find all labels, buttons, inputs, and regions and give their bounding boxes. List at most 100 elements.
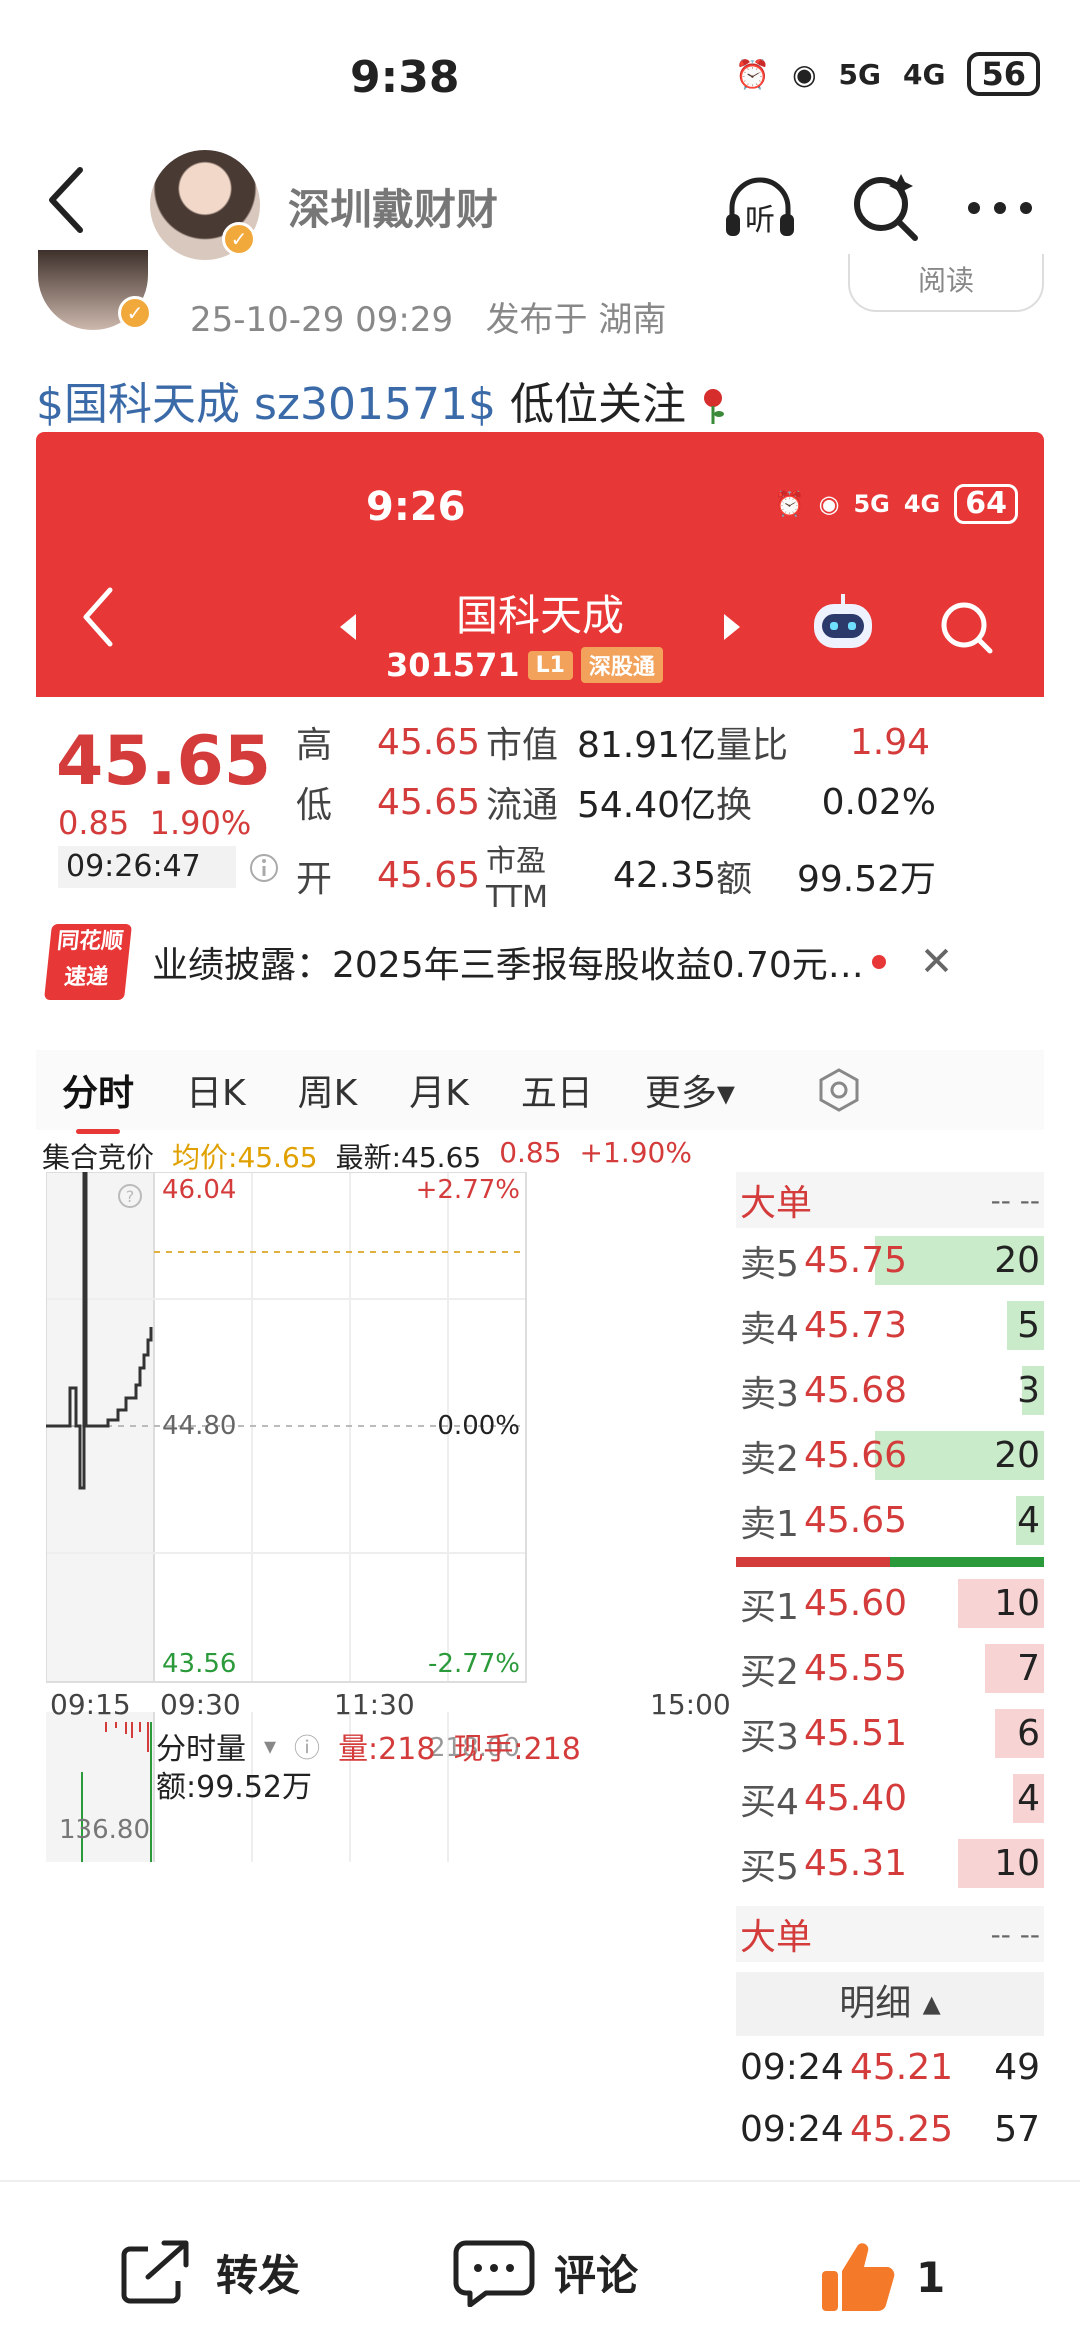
big-order-label-2: 大单 xyxy=(740,1917,813,1958)
price-change: 0.85 1.90% xyxy=(58,804,251,842)
ask-qty: 3 xyxy=(1017,1370,1040,1411)
big-order-dash-2: -- -- xyxy=(990,1917,1040,1951)
tab-weekly-k[interactable]: 周K xyxy=(272,1064,384,1116)
bid-price: 45.31 xyxy=(804,1843,908,1884)
ask-row: 卖5 45.75 20 xyxy=(736,1228,1044,1293)
detail-header[interactable]: 明细 ▴ xyxy=(736,1972,1044,2036)
post-text: $国科天成 sz301571$ 低位关注 xyxy=(36,368,726,432)
vol-help-icon: ⓘ xyxy=(294,1733,321,1764)
stock-screenshot[interactable]: 9:26 ⏰ ◉ 5G 4G 64 国科天成 301571 L1 深股通 45.… xyxy=(36,432,1044,2180)
status-icons: ⏰ ◉ 5G 4G 56 xyxy=(735,52,1040,96)
high-value: 45.65 xyxy=(376,721,480,763)
price-change-value: 0.85 xyxy=(58,804,130,842)
username[interactable]: 深圳戴财财 xyxy=(288,176,498,237)
signal-4g: 4G xyxy=(903,490,941,518)
comment-button[interactable]: 评论 xyxy=(452,2237,638,2307)
detail-row: 09:24 45.25 57 xyxy=(736,2098,1044,2160)
bid-label: 买3 xyxy=(740,1716,799,1758)
tab-more[interactable]: 更多▾ xyxy=(619,1064,761,1116)
stock-name: 国科天成 xyxy=(456,591,625,640)
inner-back-icon xyxy=(83,587,113,647)
low-value: 45.65 xyxy=(376,781,480,823)
mktcap-label: 市值 xyxy=(486,725,559,766)
ask-row: 卖3 45.68 3 xyxy=(736,1358,1044,1423)
pct-bot-label: -2.77% xyxy=(428,1649,520,1679)
prev-stock-icon xyxy=(340,614,356,640)
pct-top-label: +2.77% xyxy=(416,1175,520,1205)
tab-daily-k[interactable]: 日K xyxy=(160,1064,272,1116)
news-text[interactable]: 业绩披露：2025年三季报每股收益0.70元… xyxy=(152,936,864,988)
ask-qty: 20 xyxy=(994,1240,1040,1281)
big-order-dash: -- -- xyxy=(990,1183,1040,1217)
stock-tag-link[interactable]: $国科天成 sz301571$ xyxy=(36,379,496,430)
post-location: 发布于 湖南 xyxy=(485,300,667,340)
news-logo-top: 同花顺 xyxy=(55,929,125,954)
stock-code: 301571 xyxy=(386,646,520,684)
float-value: 54.40亿 xyxy=(576,785,716,826)
unread-dot xyxy=(871,955,886,969)
detail-list: 09:24 45.21 49 09:24 45.25 57 xyxy=(736,2036,1044,2160)
bid-qty: 10 xyxy=(994,1843,1040,1884)
ask-row: 卖1 45.65 4 xyxy=(736,1488,1044,1553)
order-book: 大单 -- -- 卖5 45.75 20 卖4 45.73 5 卖3 45.68 3 卖2 45.6… xyxy=(736,1172,1044,2160)
battery-icon: 64 xyxy=(954,484,1018,524)
alarm-icon: ⏰ xyxy=(735,57,771,91)
tab-monthly-k[interactable]: 月K xyxy=(383,1064,495,1116)
status-time: 9:38 xyxy=(350,52,460,103)
info-icon xyxy=(250,854,278,882)
high-label: 高 xyxy=(296,725,333,766)
like-button[interactable]: 1 xyxy=(818,2237,945,2317)
pe-value: 42.35 xyxy=(612,855,716,896)
robot-icon xyxy=(814,594,872,648)
forward-label: 转发 xyxy=(216,2250,301,2300)
ask-price: 45.66 xyxy=(804,1435,908,1476)
sgt-badge: 深股通 xyxy=(580,647,663,683)
bottom-action-bar: 转发 评论 1 xyxy=(0,2180,1080,2340)
book-separator xyxy=(736,1557,1044,1567)
vol-mode-chevron-icon: ▾ xyxy=(264,1732,277,1760)
time-axis-1500: 15:00 xyxy=(650,1688,731,1721)
forward-button[interactable]: 转发 xyxy=(118,2237,300,2307)
news-logo-bottom: 速递 xyxy=(63,965,110,990)
info-change: 0.85 xyxy=(499,1136,562,1169)
tab-five-day[interactable]: 五日 xyxy=(495,1064,619,1116)
detail-time: 09:24 xyxy=(740,2046,844,2088)
more-icon[interactable] xyxy=(960,168,1040,248)
hotspot-icon: ◉ xyxy=(818,490,840,518)
tab-intraday[interactable]: 分时 xyxy=(36,1064,160,1134)
read-count-button[interactable]: 阅读 xyxy=(848,254,1044,312)
big-order-header-2: 大单 -- -- xyxy=(736,1906,1044,1962)
settings-hex-icon[interactable] xyxy=(815,1066,863,1114)
comment-icon xyxy=(453,2240,535,2307)
close-icon[interactable]: ✕ xyxy=(920,939,954,985)
ask-label: 卖3 xyxy=(740,1373,799,1415)
big-order-label: 大单 xyxy=(740,1183,813,1224)
ask-qty: 20 xyxy=(994,1435,1040,1476)
turnover-label: 换 xyxy=(716,785,753,826)
pe-label: 市盈TTM xyxy=(486,844,549,915)
latest-price: 最新:45.65 xyxy=(335,1141,482,1174)
bid-qty: 6 xyxy=(1017,1713,1040,1754)
battery-icon: 56 xyxy=(967,52,1040,96)
low-label: 低 xyxy=(296,785,333,826)
ask-row: 卖2 45.66 20 xyxy=(736,1423,1044,1488)
news-bar[interactable]: 同花顺 速递 业绩披露：2025年三季报每股收益0.70元… ✕ xyxy=(36,912,1044,1012)
info-pct: +1.90% xyxy=(579,1136,692,1169)
listen-label: 听 xyxy=(745,203,775,238)
listen-icon[interactable]: 听 xyxy=(720,168,800,248)
signal-5g: 5G xyxy=(838,57,881,91)
chart-info-row: 集合竞价 均价:45.65 最新:45.65 0.85 +1.90% xyxy=(36,1136,736,1176)
signal-5g: 5G xyxy=(853,490,890,518)
y-top-label: 46.04 xyxy=(162,1175,236,1205)
bid-row: 买2 45.55 7 xyxy=(736,1636,1044,1701)
bid-price: 45.55 xyxy=(804,1648,908,1689)
float-label: 流通 xyxy=(486,785,559,826)
inner-status-time: 9:26 xyxy=(366,484,466,530)
bid-label: 买4 xyxy=(740,1781,799,1823)
back-icon[interactable] xyxy=(40,160,100,240)
search-icon[interactable] xyxy=(845,168,925,248)
like-count: 1 xyxy=(916,2252,946,2302)
pct-mid-label: 0.00% xyxy=(437,1411,520,1441)
alarm-icon: ⏰ xyxy=(774,490,805,518)
turnover-value: 0.02% xyxy=(821,781,936,823)
